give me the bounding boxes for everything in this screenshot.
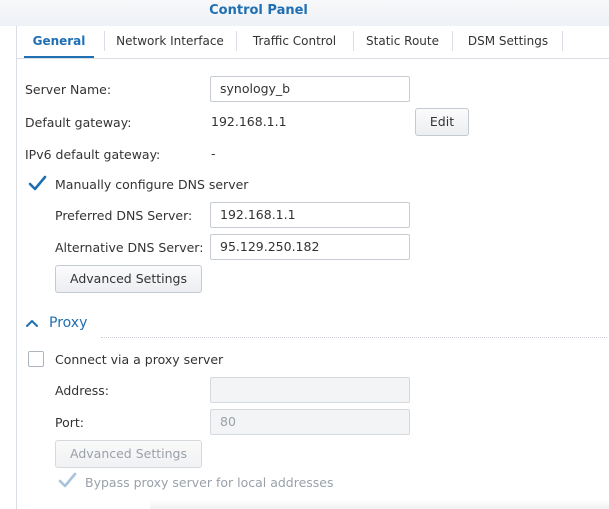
left-divider [16, 26, 17, 509]
tab-bar: General Network Interface Traffic Contro… [17, 26, 609, 59]
proxy-advanced-settings-button[interactable]: Advanced Settings [55, 440, 202, 468]
dns-advanced-settings-button[interactable]: Advanced Settings [55, 265, 202, 293]
ipv6-gateway-label: IPv6 default gateway: [25, 147, 161, 162]
tab-separator [236, 31, 237, 51]
proxy-port-input[interactable]: 80 [210, 409, 410, 435]
server-name-label: Server Name: [25, 82, 112, 97]
alternative-dns-label: Alternative DNS Server: [55, 240, 204, 255]
tab-general[interactable]: General [24, 26, 94, 58]
tab-dsm-settings[interactable]: DSM Settings [457, 26, 559, 57]
window-title: Control Panel [209, 3, 308, 18]
proxy-section-title[interactable]: Proxy [49, 315, 87, 331]
proxy-checkbox[interactable] [28, 351, 44, 367]
bypass-proxy-label: Bypass proxy server for local addresses [85, 475, 334, 490]
proxy-connect-label: Connect via a proxy server [55, 352, 224, 367]
bypass-proxy-checkbox[interactable] [58, 472, 77, 490]
default-gateway-value: 192.168.1.1 [211, 114, 287, 129]
tab-separator [104, 31, 105, 51]
panel-shadow [150, 500, 609, 509]
proxy-port-label: Port: [55, 415, 84, 430]
preferred-dns-input[interactable]: 192.168.1.1 [210, 202, 410, 228]
default-gateway-label: Default gateway: [25, 115, 132, 130]
tab-separator [452, 31, 453, 51]
section-divider [101, 337, 607, 338]
tab-static-route[interactable]: Static Route [358, 26, 447, 57]
proxy-address-label: Address: [55, 383, 109, 398]
preferred-dns-label: Preferred DNS Server: [55, 208, 193, 223]
tab-network-interface[interactable]: Network Interface [109, 26, 231, 57]
server-name-input[interactable]: synology_b [210, 76, 410, 102]
tab-traffic-control[interactable]: Traffic Control [241, 26, 348, 57]
chevron-up-icon[interactable] [25, 318, 39, 328]
window-titlebar: Control Panel [0, 0, 609, 26]
tab-separator [353, 31, 354, 51]
checkmark-icon [28, 175, 47, 191]
alternative-dns-input[interactable]: 95.129.250.182 [210, 234, 410, 260]
tab-separator [562, 31, 563, 51]
ipv6-gateway-value: - [211, 146, 216, 161]
manual-dns-label: Manually configure DNS server [55, 177, 249, 192]
proxy-address-input[interactable] [210, 377, 410, 403]
manual-dns-checkbox[interactable] [28, 175, 47, 193]
checkmark-icon [58, 472, 77, 488]
edit-gateway-button[interactable]: Edit [415, 108, 469, 136]
